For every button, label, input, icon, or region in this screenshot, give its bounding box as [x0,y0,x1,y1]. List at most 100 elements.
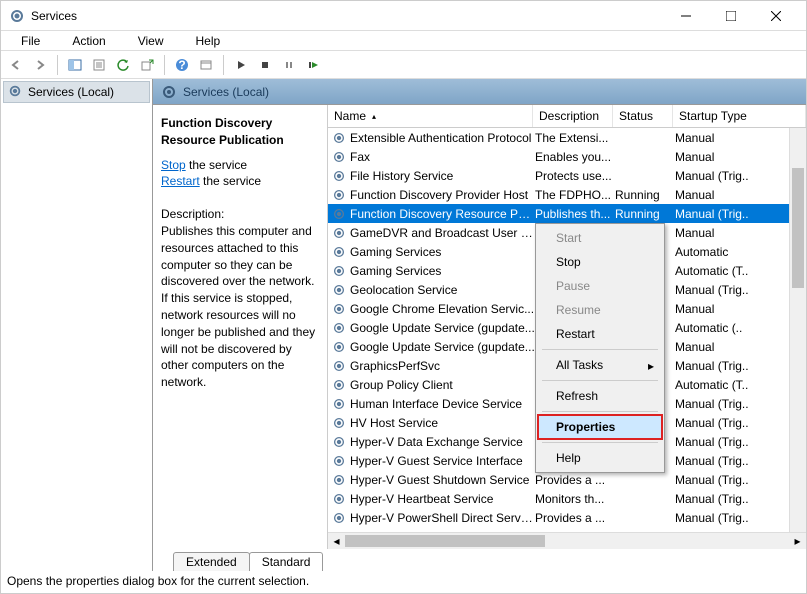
cell-startup: Manual (Trig.. [675,511,806,525]
horizontal-scrollbar[interactable]: ◂ ▸ [328,532,806,549]
tab-strip: Extended Standard [153,549,806,571]
cell-startup: Manual (Trig.. [675,207,806,221]
table-row[interactable]: Function Discovery Resource Publi...Publ… [328,204,806,223]
cell-name: Function Discovery Resource Publi... [350,207,535,221]
forward-button[interactable] [29,54,51,76]
restart-service-link[interactable]: Restart [161,174,200,188]
help-button[interactable]: ? [171,54,193,76]
vertical-scrollbar[interactable] [789,128,806,532]
show-hide-console-button[interactable] [64,54,86,76]
tree-item-label: Services (Local) [28,85,114,99]
cell-name: HV Host Service [350,416,535,430]
close-button[interactable] [753,2,798,30]
sort-arrow-icon: ▴ [372,112,376,121]
cell-name: Geolocation Service [350,283,535,297]
menu-action[interactable]: Action [56,32,121,50]
cell-description: Provides a ... [535,473,615,487]
play-button[interactable] [230,54,252,76]
cell-name: File History Service [350,169,535,183]
minimize-button[interactable] [663,2,708,30]
cell-startup: Manual [675,226,806,240]
scroll-left-arrow[interactable]: ◂ [328,533,345,550]
cell-startup: Manual (Trig.. [675,435,806,449]
menu-file[interactable]: File [5,32,56,50]
cell-name: Hyper-V Data Exchange Service [350,435,535,449]
menu-help[interactable]: Help [180,32,237,50]
context-menu: Start Stop Pause Resume Restart All Task… [535,223,665,473]
cell-name: Google Update Service (gupdate... [350,340,535,354]
restart-toolbar-button[interactable] [302,54,324,76]
gear-icon [332,283,346,297]
table-row[interactable]: Hyper-V Heartbeat ServiceMonitors th...M… [328,489,806,508]
cell-name: GameDVR and Broadcast User Se... [350,226,535,240]
table-row[interactable]: FaxEnables you...Manual [328,147,806,166]
gear-icon [332,378,346,392]
titlebar[interactable]: Services [1,1,806,31]
gear-icon [332,416,346,430]
export-button[interactable] [136,54,158,76]
pause-toolbar-button[interactable] [278,54,300,76]
column-startup-type[interactable]: Startup Type [673,105,806,127]
window-title: Services [31,9,663,23]
ctx-help[interactable]: Help [538,446,662,470]
column-description[interactable]: Description [533,105,613,127]
stop-toolbar-button[interactable] [254,54,276,76]
service-list[interactable]: Extensible Authentication ProtocolThe Ex… [328,128,806,532]
scroll-right-arrow[interactable]: ▸ [789,533,806,550]
gear-icon [161,84,177,100]
status-bar: Opens the properties dialog box for the … [1,571,806,593]
description-text: Publishes this computer and resources at… [161,223,319,391]
gear-icon [332,435,346,449]
hscroll-thumb[interactable] [345,535,545,547]
toolbar: ? [1,51,806,79]
properties-toolbar-button[interactable] [88,54,110,76]
cell-startup: Manual (Trig.. [675,473,806,487]
cell-name: Google Chrome Elevation Servic... [350,302,535,316]
scrollbar-thumb[interactable] [792,168,804,288]
ctx-refresh[interactable]: Refresh [538,384,662,408]
maximize-button[interactable] [708,2,753,30]
ctx-all-tasks[interactable]: All Tasks▸ [538,353,662,377]
cell-name: Gaming Services [350,245,535,259]
gear-icon [332,302,346,316]
cell-name: Group Policy Client [350,378,535,392]
ctx-start: Start [538,226,662,250]
ctx-stop[interactable]: Stop [538,250,662,274]
table-row[interactable]: Hyper-V PowerShell Direct ServiceProvide… [328,508,806,527]
cell-name: Hyper-V Heartbeat Service [350,492,535,506]
gear-icon [332,207,346,221]
cell-name: Function Discovery Provider Host [350,188,535,202]
description-label: Description: [161,206,319,223]
refresh-button[interactable] [112,54,134,76]
gear-icon [332,321,346,335]
gear-icon [332,359,346,373]
table-row[interactable]: Function Discovery Provider HostThe FDPH… [328,185,806,204]
cell-startup: Manual (Trig.. [675,359,806,373]
cell-name: GraphicsPerfSvc [350,359,535,373]
ctx-restart[interactable]: Restart [538,322,662,346]
tree-item-services-local[interactable]: Services (Local) [3,81,150,103]
table-row[interactable]: Extensible Authentication ProtocolThe Ex… [328,128,806,147]
app-icon [9,8,25,24]
cell-description: The FDPHO... [535,188,615,202]
pane-header-title: Services (Local) [183,85,269,99]
column-status[interactable]: Status [613,105,673,127]
cell-status: Running [615,207,675,221]
stop-service-link[interactable]: Stop [161,158,186,172]
gear-icon [332,454,346,468]
cell-status: Running [615,188,675,202]
tab-standard[interactable]: Standard [249,552,324,571]
list-button[interactable] [195,54,217,76]
table-row[interactable]: File History ServiceProtects use...Manua… [328,166,806,185]
back-button[interactable] [5,54,27,76]
tab-extended[interactable]: Extended [173,552,250,571]
gear-icon [332,264,346,278]
cell-startup: Manual [675,340,806,354]
cell-name: Hyper-V Guest Service Interface [350,454,535,468]
cell-name: Hyper-V PowerShell Direct Service [350,511,535,525]
cell-startup: Automatic (.. [675,321,806,335]
menu-view[interactable]: View [122,32,180,50]
ctx-properties[interactable]: Properties [538,415,662,439]
cell-description: Protects use... [535,169,615,183]
column-name[interactable]: Name▴ [328,105,533,127]
